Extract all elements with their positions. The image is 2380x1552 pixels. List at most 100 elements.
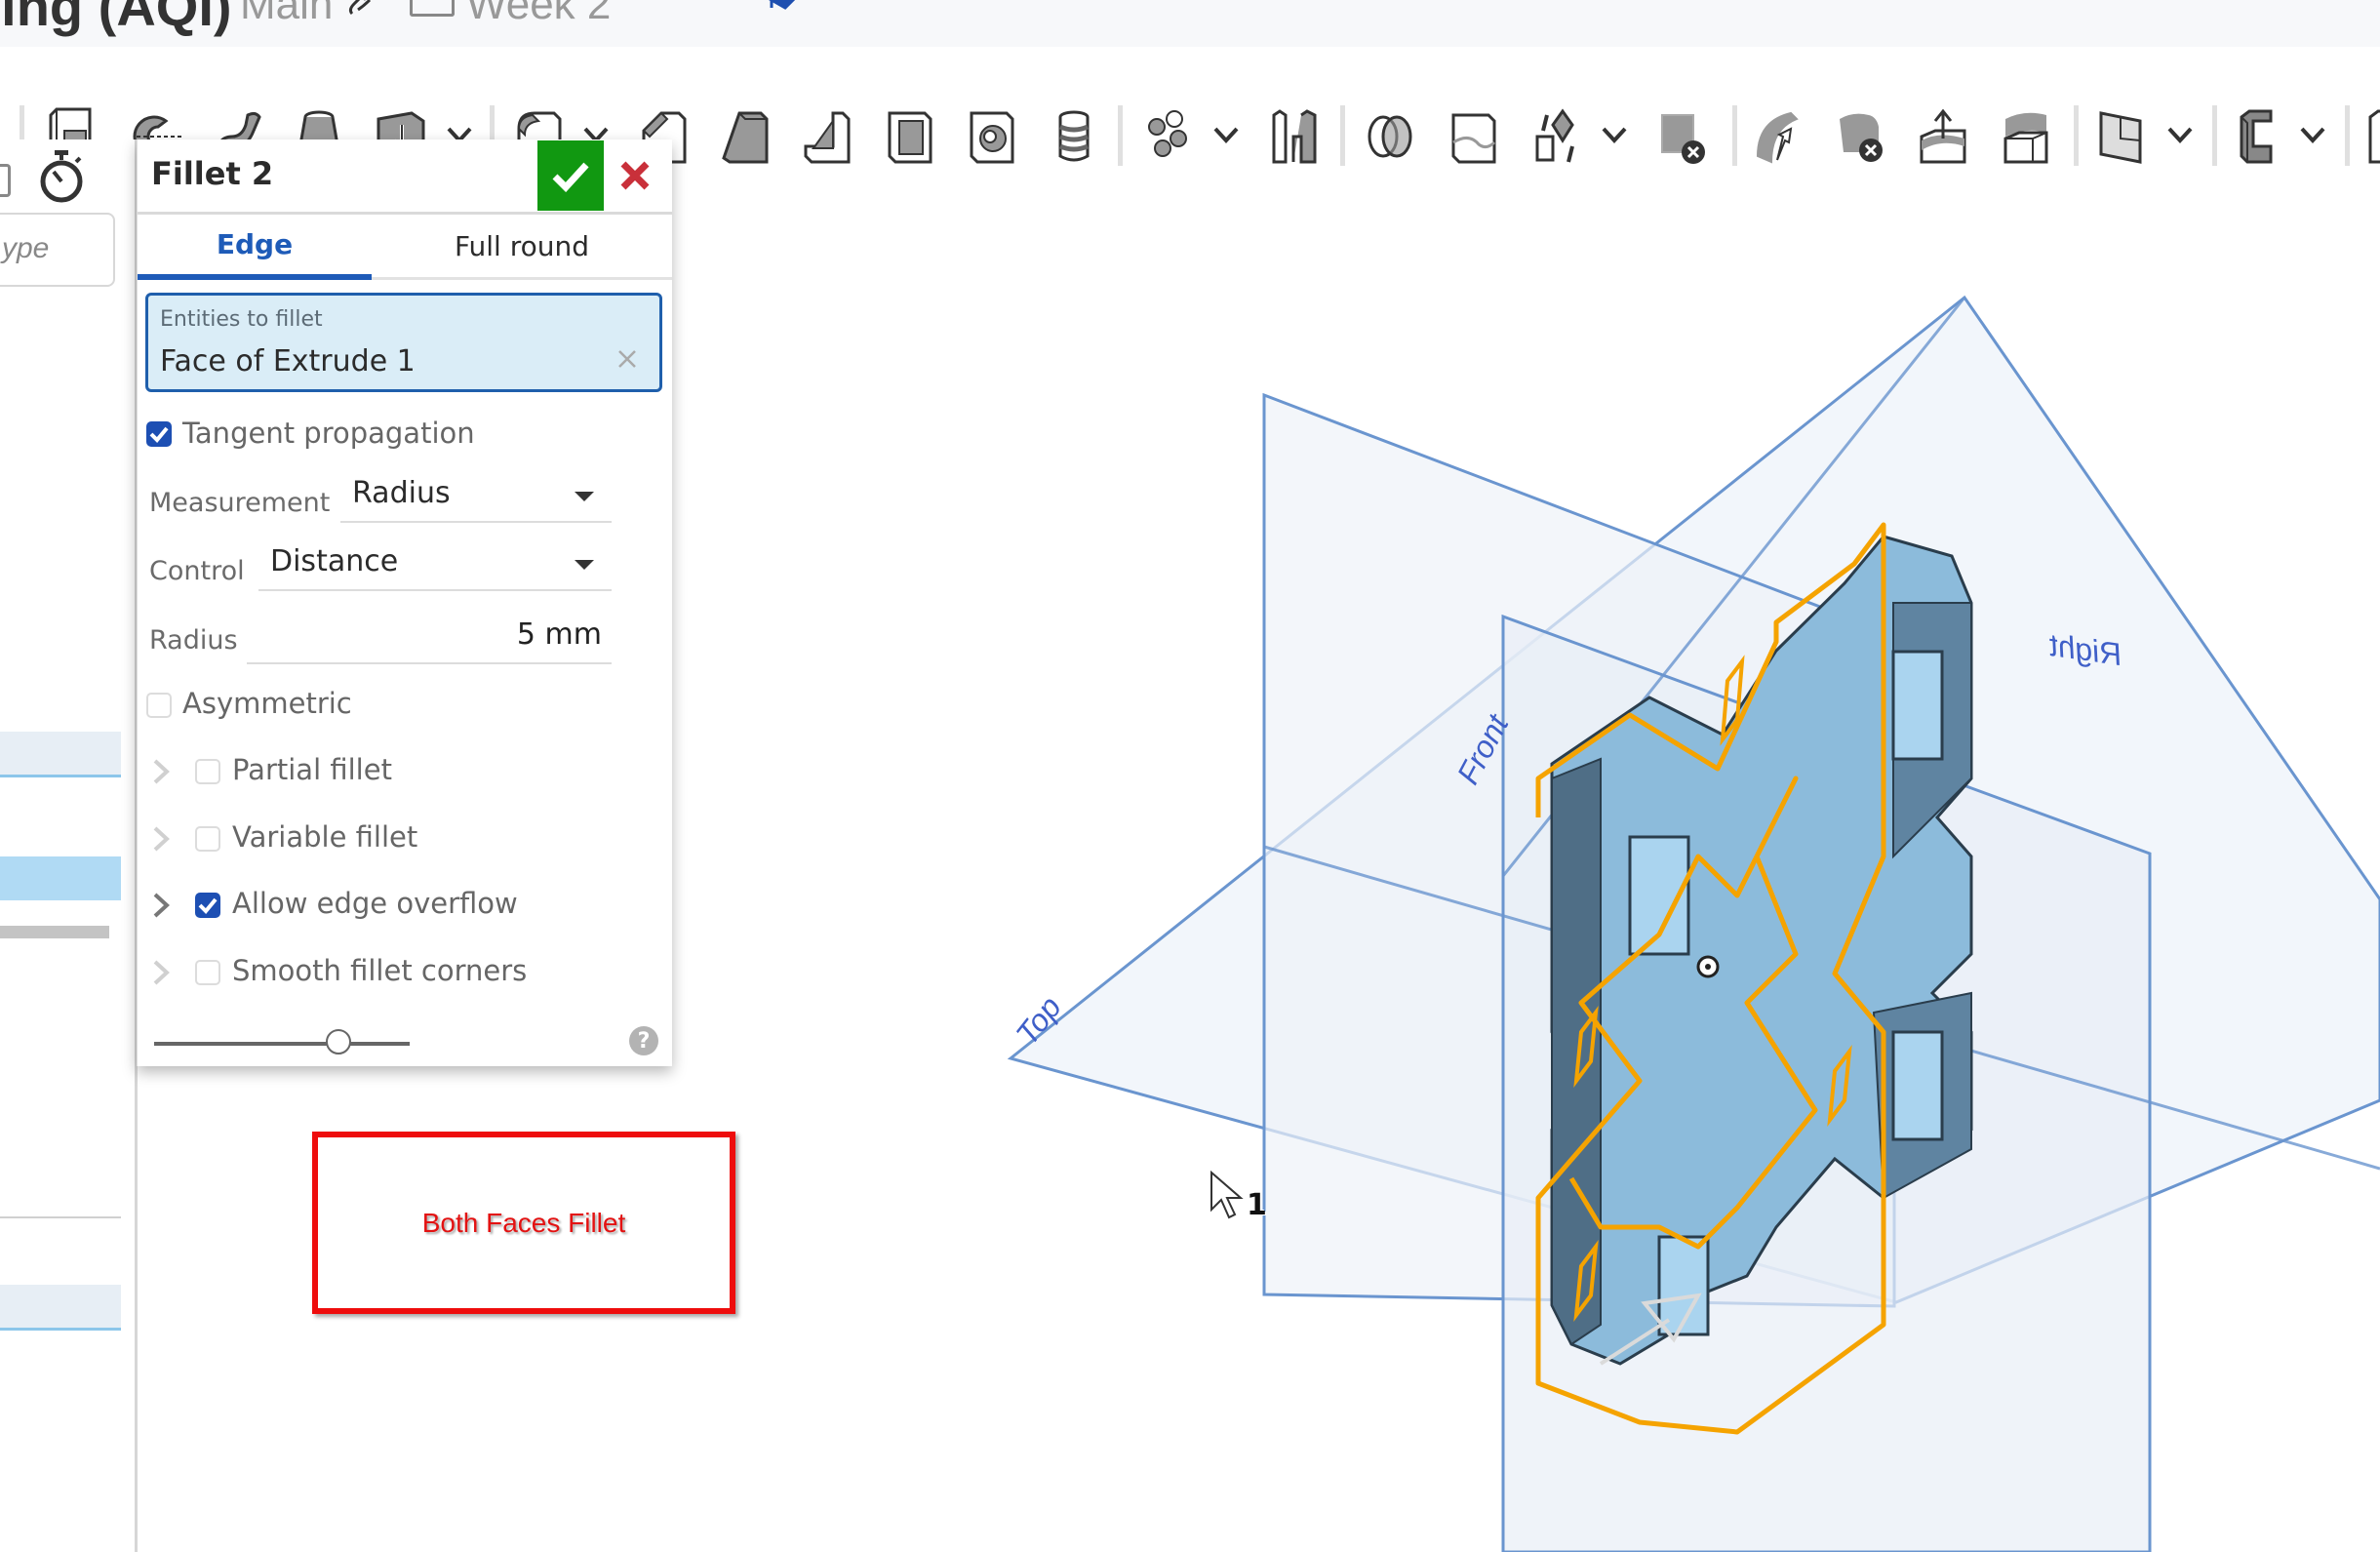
plane-icon[interactable]: [2093, 107, 2150, 166]
asymmetric-row: Asymmetric: [138, 681, 672, 730]
title-bar: sing (AQI) Main Week 2: [0, 0, 2380, 47]
origin-marker-dot: [1705, 964, 1711, 970]
clear-selection-icon[interactable]: [615, 346, 640, 372]
part-window: [1891, 650, 1944, 761]
quality-slider-thumb[interactable]: [325, 1029, 351, 1055]
pattern-icon[interactable]: [1139, 107, 1196, 166]
control-label: Control: [149, 556, 245, 586]
tab-full-round[interactable]: Full round: [372, 215, 672, 277]
annotation-callout: Both Faces Fillet: [312, 1132, 735, 1314]
measurement-select[interactable]: Radius: [340, 476, 612, 523]
annotation-text: Both Faces Fillet: [421, 1207, 626, 1238]
tab-edge[interactable]: Edge: [138, 215, 372, 280]
measurement-value: Radius: [352, 476, 451, 510]
entities-to-fillet-field[interactable]: Entities to fillet Face of Extrude 1: [145, 293, 662, 392]
allow-edge-overflow-checkbox[interactable]: [195, 893, 220, 918]
document-title[interactable]: sing (AQI): [0, 0, 232, 38]
chevron-right-icon[interactable]: [151, 958, 171, 987]
split-icon[interactable]: [1446, 107, 1502, 166]
control-select[interactable]: Distance: [258, 544, 612, 591]
caret-down-icon: [575, 492, 594, 501]
allow-edge-overflow-row: Allow edge overflow: [138, 881, 672, 930]
tangent-propagation-row: Tangent propagation: [138, 413, 672, 461]
rollback-timer-icon[interactable]: [37, 148, 86, 205]
chevron-down-icon[interactable]: [2298, 123, 2327, 146]
chevron-down-icon[interactable]: [2165, 123, 2195, 146]
pin-icon[interactable]: [768, 0, 797, 12]
control-value: Distance: [270, 544, 399, 578]
modify-fillet-icon[interactable]: [1752, 107, 1808, 166]
checkmark-icon: [149, 426, 169, 443]
thread-icon[interactable]: [1046, 107, 1102, 166]
chevron-down-icon[interactable]: [1600, 123, 1629, 146]
fillet-feature-dialog: Fillet 2 Edge Full round Entities to fil…: [137, 139, 672, 1066]
search-placeholder: ype: [2, 232, 50, 264]
transform-icon[interactable]: [1527, 107, 1584, 166]
partial-fillet-label: Partial fillet: [232, 753, 392, 786]
filter-checkbox[interactable]: [0, 164, 11, 197]
partial-fillet-row: Partial fillet: [138, 747, 672, 796]
dialog-header: Fillet 2: [138, 139, 672, 215]
radius-row: Radius 5 mm: [138, 617, 672, 666]
asymmetric-label: Asymmetric: [182, 687, 352, 720]
delete-face-icon[interactable]: [1834, 107, 1890, 166]
partial-fillet-checkbox[interactable]: [195, 759, 220, 784]
smooth-fillet-corners-label: Smooth fillet corners: [232, 954, 528, 987]
tangent-propagation-checkbox[interactable]: [146, 421, 172, 447]
version-icon[interactable]: [410, 0, 455, 17]
toolbar-separator: [2074, 105, 2079, 166]
chevron-down-icon[interactable]: [1211, 123, 1241, 146]
variable-fillet-row: Variable fillet: [138, 815, 672, 863]
entities-label: Entities to fillet: [160, 307, 323, 332]
frame-icon[interactable]: [2364, 107, 2380, 166]
smooth-fillet-corners-row: Smooth fillet corners: [138, 948, 672, 997]
shell-icon[interactable]: [882, 107, 938, 166]
sheet-metal-icon[interactable]: [2232, 107, 2288, 166]
asymmetric-checkbox[interactable]: [146, 693, 172, 718]
measurement-label: Measurement: [149, 488, 331, 518]
mouse-cursor-icon: [1210, 1171, 1244, 1219]
radius-input[interactable]: 5 mm: [247, 617, 612, 664]
draft-icon[interactable]: [718, 107, 774, 166]
rib-icon[interactable]: [800, 107, 856, 166]
measurement-row: Measurement Radius: [138, 476, 672, 525]
rollback-bar[interactable]: [0, 926, 109, 938]
branch-name[interactable]: Main: [240, 0, 333, 29]
dialog-title: Fillet 2: [151, 155, 274, 192]
variable-fillet-checkbox[interactable]: [195, 826, 220, 852]
quality-slider-track[interactable]: [154, 1042, 410, 1046]
part-window: [1891, 1030, 1944, 1141]
cancel-button[interactable]: [612, 151, 658, 200]
toolbar-separator: [2212, 105, 2217, 166]
chevron-right-icon[interactable]: [151, 891, 171, 920]
help-icon[interactable]: ?: [629, 1026, 658, 1055]
replace-face-icon[interactable]: [1998, 107, 2054, 166]
link-icon[interactable]: [346, 0, 376, 16]
caret-down-icon: [575, 560, 594, 570]
accept-button[interactable]: [537, 140, 604, 211]
move-face-icon[interactable]: [1916, 107, 1972, 166]
feature-list-item-selected[interactable]: [0, 856, 121, 900]
chevron-right-icon[interactable]: [151, 757, 171, 786]
feature-list-item[interactable]: [0, 732, 121, 777]
fillet-type-tabs: Edge Full round: [138, 215, 672, 280]
chevron-right-icon[interactable]: [151, 824, 171, 854]
close-icon: [620, 161, 650, 190]
toolbar-separator: [1732, 105, 1737, 166]
tangent-propagation-label: Tangent propagation: [182, 417, 475, 450]
entities-value: Face of Extrude 1: [160, 344, 416, 378]
control-row: Control Distance: [138, 544, 672, 593]
allow-edge-overflow-label: Allow edge overflow: [232, 887, 518, 920]
toolbar-separator: [1118, 105, 1123, 166]
feature-list-item[interactable]: [0, 1285, 121, 1331]
smooth-fillet-corners-checkbox[interactable]: [195, 960, 220, 985]
delete-part-icon[interactable]: [1654, 107, 1711, 166]
boolean-icon[interactable]: [1362, 107, 1418, 166]
toolbar-separator: [2345, 105, 2350, 166]
hole-icon[interactable]: [964, 107, 1020, 166]
mirror-icon[interactable]: [1266, 107, 1323, 166]
radius-value: 5 mm: [516, 617, 602, 652]
variable-fillet-label: Variable fillet: [232, 820, 418, 854]
version-label[interactable]: Week 2: [466, 0, 611, 29]
feature-search-input[interactable]: ype: [0, 213, 115, 287]
